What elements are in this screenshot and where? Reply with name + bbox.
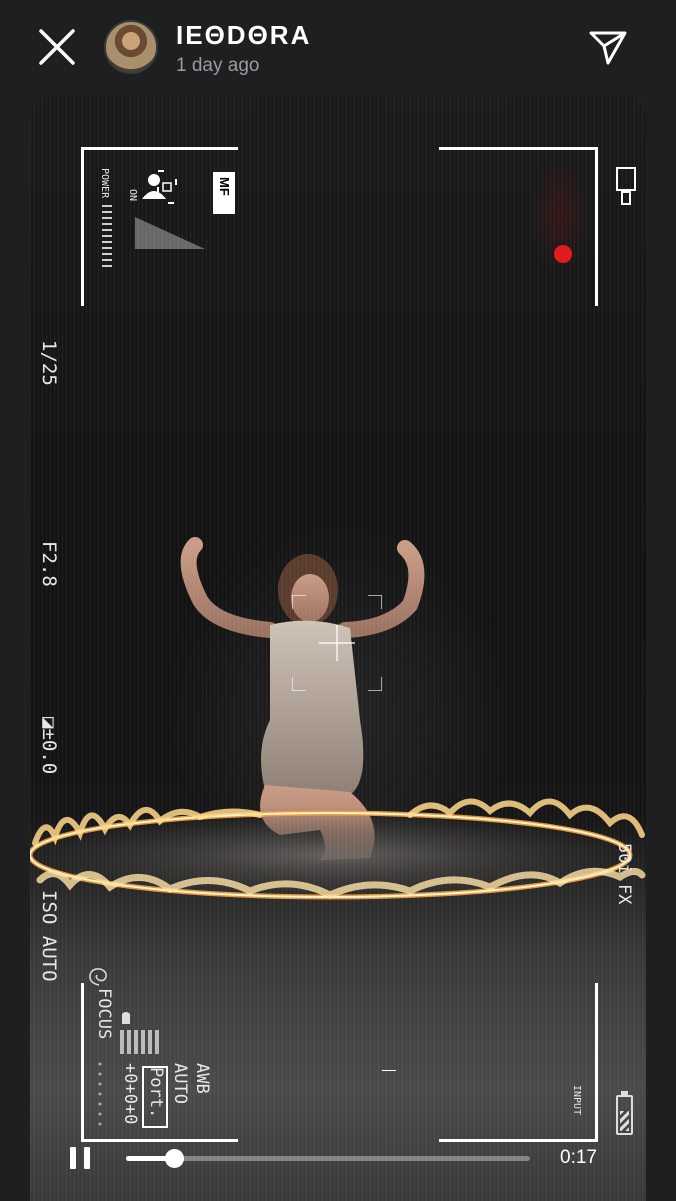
power-meter <box>102 205 112 267</box>
input-label: INPUT <box>571 1085 582 1116</box>
frame-rate: 50i FX <box>614 843 634 905</box>
focus-label: FOCUS <box>94 988 114 1040</box>
avatar[interactable] <box>104 20 158 74</box>
username[interactable]: IEΘDΘRA <box>176 20 311 51</box>
playback-controls: 0:17 <box>30 1138 646 1178</box>
exposure-wedge <box>135 217 205 249</box>
audio-meter <box>120 1012 159 1054</box>
camera-icon <box>616 167 638 207</box>
color-offset: +0+0+0 <box>120 1063 140 1125</box>
focus-spiral-icon <box>89 968 107 986</box>
port-label: Port. <box>146 1067 166 1119</box>
iso-value: ISO AUTO <box>38 890 60 982</box>
story-video[interactable]: POWER ON MF 1/25 F2.8 ◪±0.0 ISO AUTO FOC… <box>30 95 646 1201</box>
rec-indicator <box>554 245 572 263</box>
focus-crosshair <box>292 595 382 691</box>
exposure-value: ◪±0.0 <box>38 717 60 775</box>
power-label: POWER <box>99 168 110 199</box>
awb-label: AWB <box>192 1063 212 1094</box>
frame-corner-bottom-right <box>439 983 598 1142</box>
close-icon[interactable] <box>36 26 78 68</box>
playback-time: 0:17 <box>560 1147 597 1168</box>
level-dots <box>98 1062 102 1126</box>
aperture-value: F2.8 <box>38 541 60 587</box>
shutter-speed: 1/25 <box>38 340 60 386</box>
story-header: IEΘDΘRA 1 day ago <box>0 0 676 92</box>
pause-icon[interactable] <box>70 1147 92 1169</box>
auto-label: AUTO <box>170 1063 190 1104</box>
post-timestamp: 1 day ago <box>176 55 260 76</box>
progress-handle[interactable] <box>165 1149 185 1168</box>
send-icon[interactable] <box>588 27 628 67</box>
focus-frame-icon <box>157 170 177 204</box>
fire-ring <box>30 798 646 903</box>
center-mark <box>382 1070 396 1071</box>
mf-label: MF <box>217 177 232 196</box>
progress-bar[interactable] <box>126 1149 530 1168</box>
battery-icon <box>616 1091 633 1135</box>
